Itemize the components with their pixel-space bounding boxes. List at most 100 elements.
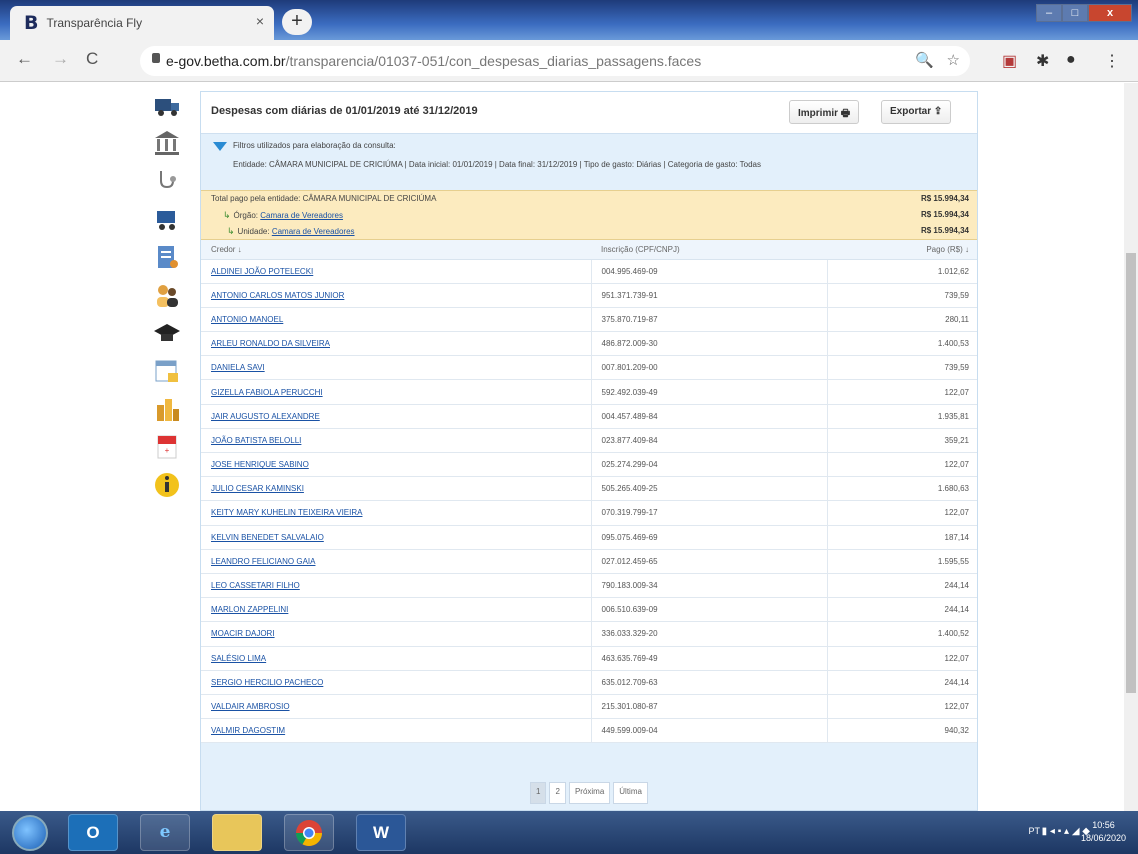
paid-value-cell: 1.595,55 (826, 549, 977, 574)
creditor-link[interactable]: SALÉSIO LIMA (211, 654, 266, 663)
truck-icon[interactable] (153, 91, 181, 119)
paid-value-cell: 122,07 (826, 379, 977, 405)
document-cell: 025.274.299-04 (590, 452, 827, 478)
creditor-link[interactable]: ARLEU RONALDO DA SILVEIRA (211, 339, 330, 348)
table-row: JOÃO BATISTA BELOLLI 023.877.409-84 359,21 (201, 428, 977, 454)
paid-value-cell: 1.012,62 (826, 259, 977, 284)
creditor-link[interactable]: JOÃO BATISTA BELOLLI (211, 436, 301, 445)
file-explorer-icon[interactable] (212, 814, 262, 851)
payments-table: Credor ↓ Inscrição (CPF/CNPJ) Pago (R$) … (201, 240, 977, 744)
paid-value-cell: 359,21 (826, 428, 977, 454)
pagination: 1 2 Próxima Última (201, 782, 977, 804)
next-page-button[interactable]: Próxima (568, 782, 611, 804)
creditor-column-header[interactable]: Credor ↓ (201, 240, 591, 260)
bank-icon[interactable] (153, 129, 181, 157)
paid-column-header[interactable]: Pago (R$) ↓ (827, 240, 977, 260)
creditor-link[interactable]: LEANDRO FELICIANO GAIA (211, 557, 315, 566)
creditor-link[interactable]: MOACIR DAJORI (211, 629, 275, 638)
table-header-row: Credor ↓ Inscrição (CPF/CNPJ) Pago (R$) … (201, 240, 977, 260)
page-2-button[interactable]: 2 (549, 782, 566, 804)
creditor-link[interactable]: ANTONIO CARLOS MATOS JUNIOR (211, 291, 344, 300)
browser-tab[interactable]: B Transparência Fly × (10, 6, 274, 40)
creditor-link[interactable]: KEITY MARY KUHELIN TEIXEIRA VIEIRA (211, 508, 362, 517)
page-title: Despesas com diárias de 01/01/2019 até 3… (211, 105, 478, 117)
creditor-link[interactable]: ALDINEI JOÃO POTELECKI (211, 267, 313, 276)
organ-link[interactable]: Camara de Vereadores (260, 211, 343, 220)
creditor-link[interactable]: LEO CASSETARI FILHO (211, 581, 300, 590)
export-button[interactable]: Exportar ⇪ (881, 100, 952, 124)
table-row: ANTONIO MANOEL 375.870.719-87 280,11 (201, 307, 977, 333)
cart-icon[interactable] (153, 205, 181, 233)
creditor-cell: DANIELA SAVI (201, 355, 591, 381)
back-icon[interactable]: ← (16, 49, 33, 69)
unit-link[interactable]: Camara de Vereadores (272, 227, 355, 236)
creditor-link[interactable]: MARLON ZAPPELINI (211, 605, 288, 614)
menu-dots-icon[interactable]: ⋮ (1104, 51, 1120, 71)
creditor-link[interactable]: DANIELA SAVI (211, 363, 265, 372)
stethoscope-icon[interactable] (153, 167, 181, 195)
creditor-link[interactable]: SERGIO HERCILIO PACHECO (211, 678, 323, 687)
creditor-link[interactable]: JOSE HENRIQUE SABINO (211, 460, 309, 469)
creditor-cell: ALDINEI JOÃO POTELECKI (201, 259, 591, 284)
minimize-button[interactable]: – (1036, 4, 1062, 22)
totals-summary: Total pago pela entidade: CÂMARA MUNICIP… (201, 190, 977, 240)
internet-explorer-icon[interactable]: e (140, 814, 190, 851)
document-column-header[interactable]: Inscrição (CPF/CNPJ) (591, 240, 827, 260)
graduation-cap-icon[interactable] (153, 319, 181, 347)
table-row: LEO CASSETARI FILHO 790.183.009-34 244,14 (201, 573, 977, 599)
paid-value-cell: 122,07 (826, 500, 977, 526)
creditor-link[interactable]: ANTONIO MANOEL (211, 315, 283, 324)
creditor-link[interactable]: JULIO CESAR KAMINSKI (211, 484, 304, 493)
calendar-icon[interactable] (153, 357, 181, 385)
close-window-button[interactable]: x (1088, 4, 1132, 22)
people-icon[interactable] (153, 281, 181, 309)
language-indicator[interactable]: PT (1028, 826, 1040, 836)
extensions-puzzle-icon[interactable]: ✱ (1036, 51, 1049, 71)
creditor-link[interactable]: VALMIR DAGOSTIM (211, 726, 285, 735)
page-1-button[interactable]: 1 (530, 782, 547, 804)
creditor-cell: VALDAIR AMBROSIO (201, 694, 591, 720)
paid-value-cell: 122,07 (826, 694, 977, 720)
table-row: SALÉSIO LIMA 463.635.769-49 122,07 (201, 646, 977, 671)
outlook-app-icon[interactable]: O (68, 814, 118, 851)
document-cell: 505.265.409-25 (590, 476, 827, 502)
forward-icon[interactable]: → (52, 49, 69, 69)
tab-close-icon[interactable]: × (256, 13, 264, 29)
start-button[interactable] (12, 815, 48, 851)
extension-icon[interactable]: ▣ (1002, 51, 1017, 71)
table-row: VALMIR DAGOSTIM 449.599.009-04 940,32 (201, 718, 977, 744)
maximize-button[interactable]: □ (1062, 4, 1088, 22)
scroll-thumb[interactable] (1126, 253, 1136, 693)
tab-title: Transparência Fly (46, 16, 143, 30)
vertical-scrollbar[interactable] (1124, 83, 1138, 811)
entity-total-label: Total pago pela entidade: CÂMARA MUNICIP… (211, 194, 437, 203)
window-controls: – □ x (1036, 4, 1132, 22)
word-app-icon[interactable]: W (356, 814, 406, 851)
document-icon[interactable] (153, 243, 181, 271)
info-icon[interactable] (153, 471, 181, 499)
creditor-link[interactable]: GIZELLA FABIOLA PERUCCHI (211, 388, 323, 397)
print-button[interactable]: Imprimir 🖶 (789, 100, 860, 124)
chrome-app-icon[interactable] (284, 814, 334, 851)
pdf-icon[interactable]: + (153, 433, 181, 461)
unit-total-label: ↳ Unidade: Camara de Vereadores (227, 223, 355, 240)
buildings-icon[interactable] (153, 395, 181, 423)
new-tab-button[interactable]: + (282, 9, 312, 35)
table-row: MOACIR DAJORI 336.033.329-20 1.400,52 (201, 621, 977, 647)
profile-icon[interactable]: ● (1066, 51, 1076, 69)
zoom-icon[interactable]: 🔍 (915, 51, 934, 69)
reload-icon[interactable]: C (86, 49, 98, 69)
clock-date: 18/06/2020 (1080, 833, 1126, 843)
creditor-link[interactable]: JAIR AUGUSTO ALEXANDRE (211, 412, 320, 421)
creditor-cell: MARLON ZAPPELINI (201, 597, 591, 623)
system-clock[interactable]: 10:56 18/06/2020 (1081, 819, 1126, 845)
creditor-link[interactable]: VALDAIR AMBROSIO (211, 702, 290, 711)
creditor-link[interactable]: KELVIN BENEDET SALVALAIO (211, 533, 324, 542)
bookmark-star-icon[interactable]: ☆ (947, 51, 960, 69)
last-page-button[interactable]: Última (613, 782, 648, 804)
document-cell: 790.183.009-34 (590, 573, 827, 599)
creditor-cell: LEANDRO FELICIANO GAIA (201, 549, 591, 574)
address-bar[interactable]: e-gov.betha.com.br/transparencia/01037-0… (140, 46, 970, 76)
url-text: e-gov.betha.com.br/transparencia/01037-0… (166, 53, 701, 69)
organ-total-row: ↳ Órgão: Camara de Vereadores R$ 15.994,3… (201, 207, 977, 223)
